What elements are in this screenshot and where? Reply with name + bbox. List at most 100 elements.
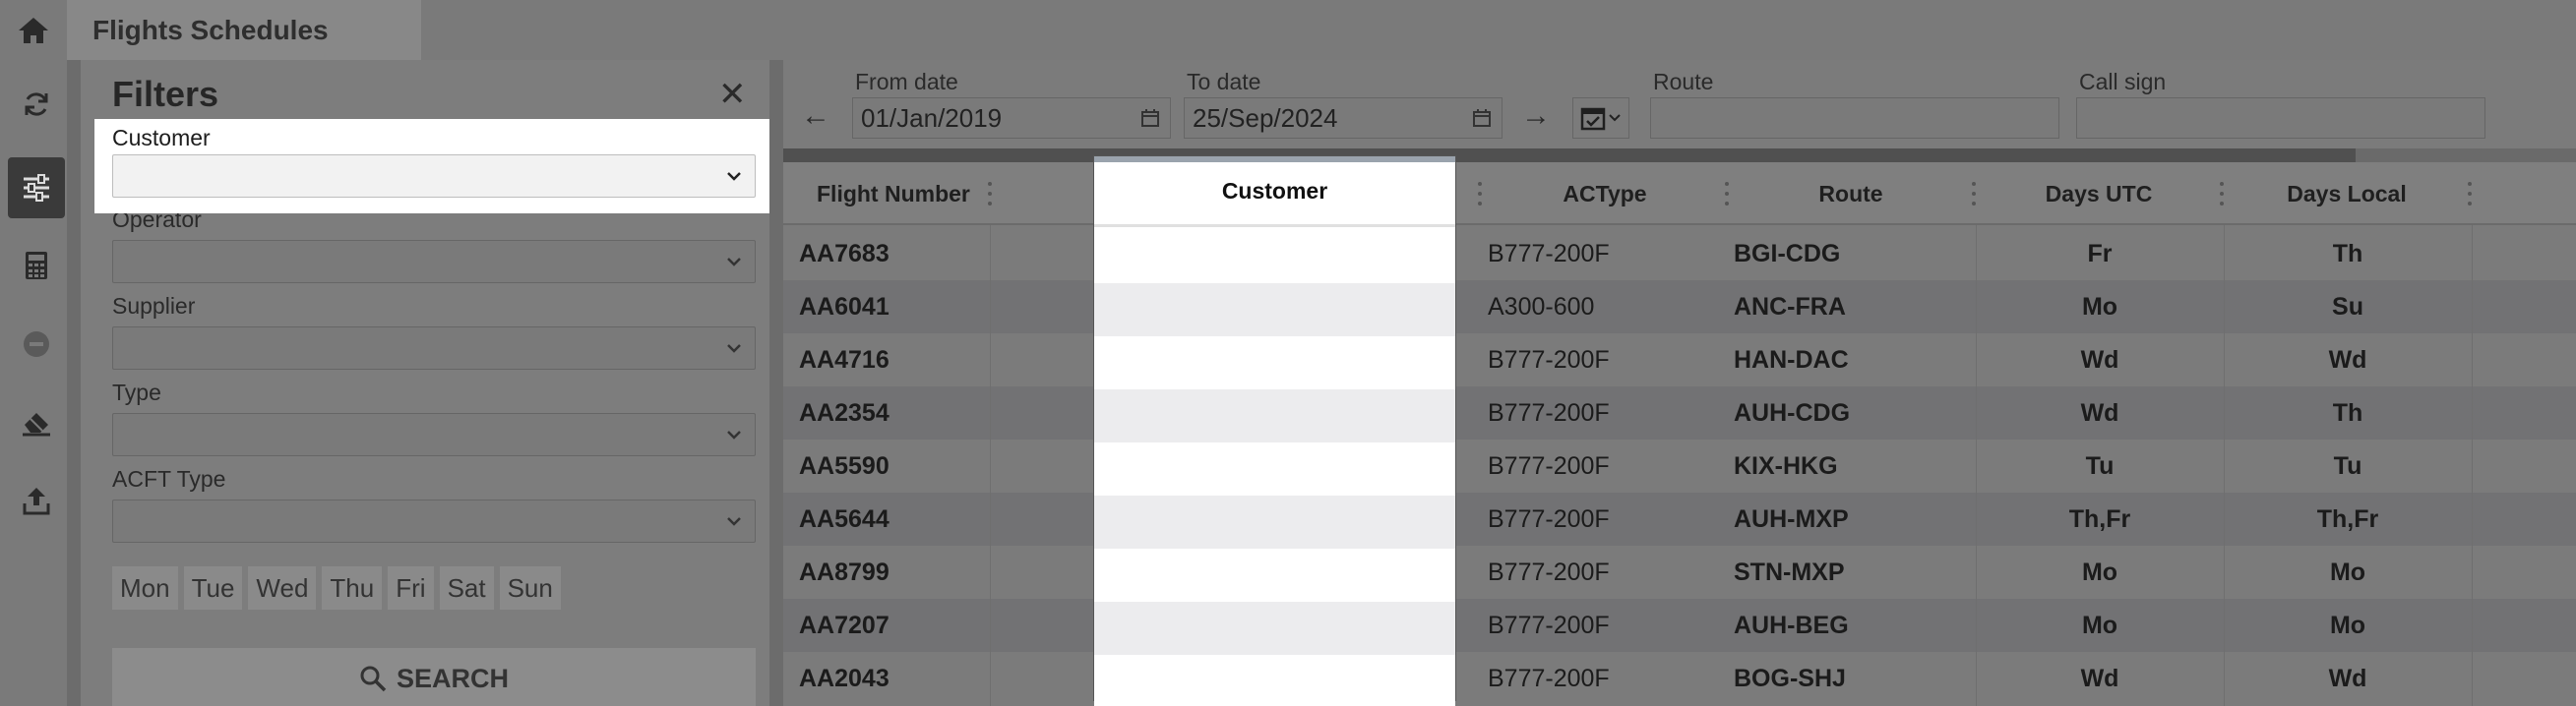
scrollbar-thumb[interactable] — [783, 148, 2356, 162]
day-toggle-tue[interactable]: Tue — [183, 566, 243, 610]
flight-number-cell: AA8799 — [799, 558, 889, 586]
day-toggle-thu[interactable]: Thu — [322, 566, 383, 610]
column-header-flight-number[interactable]: Flight Number — [817, 162, 994, 225]
column-header-customer[interactable]: Customer — [1094, 158, 1455, 227]
customer-select[interactable] — [112, 154, 756, 198]
customer-cell — [1094, 442, 1455, 496]
from-date-value: 01/Jan/2019 — [861, 102, 1003, 133]
column-header-days-utc[interactable]: Days UTC — [1976, 162, 2222, 225]
calendar-icon[interactable] — [1472, 108, 1492, 128]
days-local-cell: Mo — [2329, 558, 2366, 586]
actype-cell: A300-600 — [1488, 292, 1595, 321]
next-period-button[interactable]: → — [1521, 99, 1551, 133]
route-cell: STN-MXP — [1734, 558, 1845, 586]
day-toggle-mon[interactable]: Mon — [112, 566, 178, 610]
operator-select[interactable] — [112, 240, 756, 283]
days-utc-cell: Wd — [2080, 345, 2119, 374]
table-row[interactable]: AA8799 B777-200F STN-MXP Mo Mo — [783, 546, 2576, 599]
acft-type-label: ACFT Type — [112, 466, 226, 492]
days-utc-cell: Wd — [2080, 664, 2119, 692]
table-row[interactable]: AA4716 B777-200F HAN-DAC Wd Wd — [783, 333, 2576, 386]
remove-button[interactable] — [8, 314, 65, 375]
days-local-cell: Tu — [2333, 451, 2362, 480]
actype-cell: B777-200F — [1488, 558, 1610, 586]
supplier-select[interactable] — [112, 326, 756, 370]
customer-label: Customer — [112, 125, 211, 150]
days-utc-cell: Fr — [2087, 239, 2113, 267]
column-header-days-local[interactable]: Days Local — [2224, 162, 2470, 225]
chevron-down-icon — [727, 172, 741, 181]
close-icon[interactable]: ✕ — [718, 78, 747, 111]
customer-cell — [1094, 230, 1455, 283]
route-cell: BOG-SHJ — [1734, 664, 1846, 692]
tool-rail — [0, 60, 67, 706]
days-utc-cell: Tu — [2085, 451, 2115, 480]
chevron-down-icon — [727, 517, 741, 526]
upload-icon — [23, 488, 50, 515]
route-cell: AUH-BEG — [1734, 611, 1849, 639]
to-date-input[interactable]: 25/Sep/2024 — [1184, 97, 1503, 139]
actype-cell: B777-200F — [1488, 504, 1610, 533]
day-toggle-sun[interactable]: Sun — [499, 566, 561, 610]
route-cell: ANC-FRA — [1734, 292, 1846, 321]
rail-divider — [67, 60, 81, 706]
sliders-icon — [24, 174, 49, 202]
chevron-down-icon — [1609, 114, 1621, 122]
type-select[interactable] — [112, 413, 756, 456]
days-utc-cell: Mo — [2081, 558, 2118, 586]
refresh-button[interactable] — [8, 74, 65, 135]
table-row[interactable]: AA5590 B777-200F KIX-HKG Tu Tu — [783, 440, 2576, 493]
days-utc-cell: Mo — [2081, 292, 2118, 321]
actype-cell: B777-200F — [1488, 451, 1610, 480]
table-row[interactable]: AA7207 B777-200F AUH-BEG Mo Mo — [783, 599, 2576, 652]
weekday-toggles: Mon Tue Wed Thu Fri Sat Sun — [112, 566, 561, 610]
table-row[interactable]: AA6041 A300-600 ANC-FRA Mo Su — [783, 280, 2576, 333]
table-row[interactable]: AA7683 B777-200F BGI-CDG Fr Th — [783, 227, 2576, 280]
column-header-route[interactable]: Route — [1728, 162, 1974, 225]
supplier-label: Supplier — [112, 293, 196, 319]
column-header-actype[interactable]: ACType — [1482, 162, 1728, 225]
clear-button[interactable] — [8, 391, 65, 452]
date-preset-dropdown[interactable] — [1572, 97, 1629, 139]
customer-cell — [1094, 496, 1455, 549]
route-label: Route — [1653, 69, 1714, 94]
search-button[interactable]: SEARCH — [112, 648, 756, 706]
days-local-cell: Wd — [2328, 345, 2367, 374]
app-title-tab[interactable]: Flights Schedules — [67, 0, 421, 60]
from-date-input[interactable]: 01/Jan/2019 — [852, 97, 1171, 139]
customer-filter-highlight: Customer — [94, 119, 773, 213]
flight-number-cell: AA6041 — [799, 292, 889, 321]
upload-button[interactable] — [8, 470, 65, 531]
column-menu-icon[interactable] — [2467, 180, 2473, 207]
actype-cell: B777-200F — [1488, 398, 1610, 427]
to-date-label: To date — [1187, 69, 1261, 94]
table-row[interactable]: AA2354 B777-200F AUH-CDG Wd Th — [783, 386, 2576, 440]
calculator-button[interactable] — [8, 235, 65, 296]
days-utc-cell: Mo — [2081, 611, 2118, 639]
day-toggle-wed[interactable]: Wed — [248, 566, 317, 610]
filters-toggle-button[interactable] — [8, 157, 65, 218]
column-divider — [1976, 225, 1977, 706]
table-row[interactable]: AA5644 B777-200F AUH-MXP Th,Fr Th,Fr — [783, 493, 2576, 546]
day-toggle-sat[interactable]: Sat — [439, 566, 494, 610]
customer-cell — [1094, 655, 1455, 706]
callsign-input[interactable] — [2076, 97, 2485, 139]
column-menu-icon[interactable] — [987, 180, 993, 207]
acft-type-select[interactable] — [112, 500, 756, 543]
calendar-icon[interactable] — [1140, 108, 1160, 128]
previous-period-button[interactable]: ← — [801, 99, 830, 133]
home-icon — [19, 17, 48, 43]
route-input[interactable] — [1650, 97, 2059, 139]
column-divider — [2224, 225, 2225, 706]
days-local-cell: Th — [2332, 239, 2363, 267]
refresh-icon — [25, 92, 48, 116]
route-cell: AUH-CDG — [1734, 398, 1851, 427]
home-button[interactable] — [0, 0, 67, 60]
flight-number-cell: AA7683 — [799, 239, 889, 267]
day-toggle-fri[interactable]: Fri — [388, 566, 434, 610]
days-utc-cell: Wd — [2080, 398, 2119, 427]
type-label: Type — [112, 380, 161, 405]
table-row[interactable]: AA2043 B777-200F BOG-SHJ Wd Wd — [783, 652, 2576, 705]
days-local-cell: Mo — [2329, 611, 2366, 639]
customer-cell — [1094, 549, 1455, 602]
